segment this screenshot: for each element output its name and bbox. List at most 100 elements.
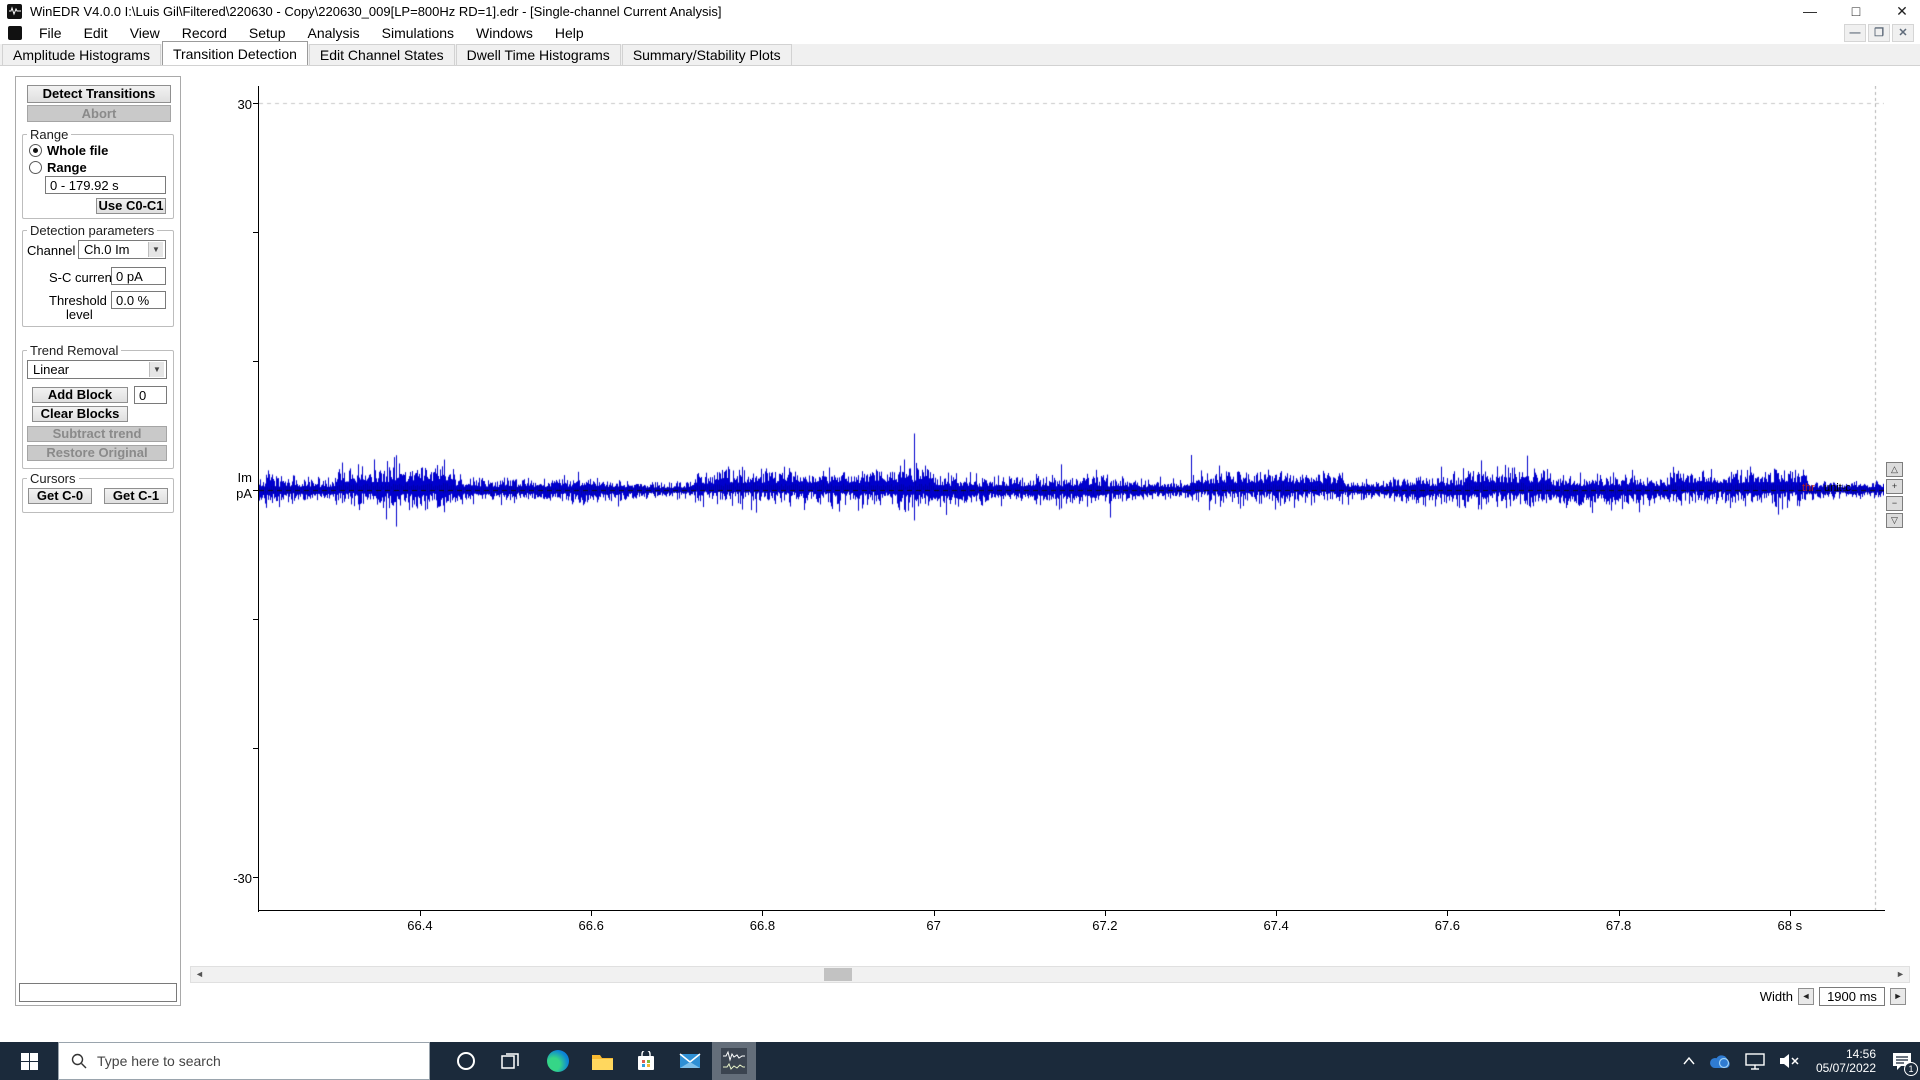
menu-record[interactable]: Record	[171, 23, 238, 43]
x-tick-66.6	[591, 911, 593, 916]
y-tick-10	[253, 361, 258, 362]
clock-time: 14:56	[1845, 1047, 1876, 1061]
mdi-restore-button[interactable]: ❐	[1868, 24, 1890, 42]
width-value-field[interactable]: 1900 ms	[1819, 987, 1885, 1006]
whole-file-radio[interactable]: Whole file	[29, 143, 108, 158]
tab-amplitude-histograms[interactable]: Amplitude Histograms	[2, 44, 161, 65]
clear-blocks-button[interactable]: Clear Blocks	[32, 406, 128, 422]
mail-button[interactable]	[668, 1042, 712, 1080]
channel-dropdown-value: Ch.0 Im	[84, 242, 130, 257]
window-title: WinEDR V4.0.0 I:\Luis Gil\Filtered\22063…	[30, 3, 722, 19]
get-c1-button[interactable]: Get C-1	[104, 488, 168, 504]
maximize-button[interactable]: □	[1846, 1, 1866, 21]
threshold-level-field[interactable]: 0.0 %	[111, 291, 166, 309]
x-tick-66.8	[762, 911, 764, 916]
x-tick-67	[933, 911, 935, 916]
menu-setup[interactable]: Setup	[238, 23, 297, 43]
close-button[interactable]: ✕	[1892, 1, 1912, 21]
title-bar: WinEDR V4.0.0 I:\Luis Gil\Filtered\22063…	[0, 0, 1920, 22]
menu-analysis[interactable]: Analysis	[297, 23, 371, 43]
zoom-in-icon[interactable]: +	[1886, 479, 1903, 494]
add-block-button[interactable]: Add Block	[32, 387, 128, 403]
x-tick-label-66.8: 66.8	[749, 918, 776, 933]
menu-help[interactable]: Help	[544, 23, 595, 43]
tray-expand-button[interactable]	[1676, 1042, 1702, 1080]
range-radio[interactable]: Range	[29, 160, 87, 175]
x-tick-68	[1789, 911, 1791, 916]
sc-current-field[interactable]: 0 pA	[111, 267, 166, 285]
x-tick-67.6	[1447, 911, 1449, 916]
menu-simulations[interactable]: Simulations	[371, 23, 465, 43]
onedrive-tray-button[interactable]	[1702, 1042, 1738, 1080]
edge-button[interactable]	[536, 1042, 580, 1080]
width-increase-icon[interactable]: ►	[1890, 988, 1906, 1005]
scroll-right-icon[interactable]: ►	[1892, 967, 1909, 982]
y-tick--30	[253, 877, 258, 878]
action-center-button[interactable]: 1	[1884, 1042, 1920, 1080]
x-tick-label-66.4: 66.4	[407, 918, 433, 933]
channel-label: Channel	[27, 243, 76, 258]
chevron-down-icon: ▼	[148, 242, 163, 257]
range-radio-label: Range	[47, 160, 87, 175]
menu-view[interactable]: View	[119, 23, 171, 43]
channel-dropdown[interactable]: Ch.0 Im ▼	[78, 240, 166, 259]
windows-logo-icon	[20, 1052, 38, 1070]
tab-summary-stability-plots[interactable]: Summary/Stability Plots	[621, 44, 792, 65]
range-value-field[interactable]: 0 - 179.92 s	[45, 176, 166, 194]
tab-edit-channel-states[interactable]: Edit Channel States	[308, 44, 455, 65]
menu-file[interactable]: File	[28, 23, 73, 43]
y-tick-20	[253, 232, 258, 233]
get-c0-button[interactable]: Get C-0	[28, 488, 92, 504]
menu-edit[interactable]: Edit	[73, 23, 119, 43]
microsoft-store-button[interactable]	[624, 1042, 668, 1080]
onedrive-cloud-icon	[1710, 1054, 1730, 1068]
x-tick-label-67.2: 67.2	[1092, 918, 1118, 933]
block-count-field[interactable]: 0	[134, 386, 167, 404]
start-button[interactable]	[0, 1042, 58, 1080]
trend-mode-dropdown[interactable]: Linear ▼	[27, 360, 167, 379]
network-tray-button[interactable]	[1738, 1042, 1772, 1080]
use-c0-c1-button[interactable]: Use C0-C1	[96, 198, 166, 214]
y-max-label: 30	[237, 97, 252, 112]
restore-original-button: Restore Original	[27, 445, 167, 461]
taskbar-clock[interactable]: 14:56 05/07/2022	[1808, 1047, 1884, 1075]
current-trace-plot[interactable]	[259, 86, 1884, 910]
control-panel: Detect Transitions Abort Range Whole fil…	[15, 76, 181, 1006]
clock-date: 05/07/2022	[1815, 1061, 1876, 1075]
mdi-minimize-button[interactable]: —	[1844, 24, 1866, 42]
minimize-button[interactable]: —	[1800, 1, 1820, 21]
winedr-taskbar-button[interactable]	[712, 1042, 756, 1080]
tab-transition-detection[interactable]: Transition Detection	[161, 41, 308, 65]
taskbar-search-input[interactable]: Type here to search	[58, 1042, 430, 1080]
x-tick-label-67.4: 67.4	[1263, 918, 1289, 933]
scroll-left-icon[interactable]: ◄	[191, 967, 208, 982]
y-min-label: -30	[233, 871, 252, 886]
winedr-icon	[721, 1048, 747, 1074]
volume-tray-button[interactable]	[1772, 1042, 1808, 1080]
winedr-app-icon	[7, 3, 22, 19]
abort-button: Abort	[27, 105, 171, 122]
x-tick-label-67: 67	[926, 918, 941, 933]
x-tick-67.2	[1104, 911, 1106, 916]
radio-checked-icon	[29, 144, 42, 157]
width-decrease-icon[interactable]: ◄	[1798, 988, 1814, 1005]
shift-down-icon[interactable]: ▽	[1886, 513, 1903, 528]
x-axis	[258, 910, 1885, 911]
cortana-button[interactable]	[444, 1042, 488, 1080]
shift-up-icon[interactable]: △	[1886, 462, 1903, 477]
x-tick-label-68: 68 s	[1777, 918, 1803, 933]
zoom-out-icon[interactable]: −	[1886, 496, 1903, 511]
threshold-label-line2: level	[66, 307, 93, 322]
x-tick-66.4	[419, 911, 421, 916]
x-tick-67.8	[1618, 911, 1620, 916]
mdi-close-button[interactable]: ✕	[1892, 24, 1914, 42]
file-explorer-button[interactable]	[580, 1042, 624, 1080]
task-view-button[interactable]	[488, 1042, 532, 1080]
scrollbar-thumb[interactable]	[824, 968, 852, 981]
unit-current-cursor-label[interactable]: unit-c	[1824, 482, 1851, 494]
detect-transitions-button[interactable]: Detect Transitions	[27, 85, 171, 103]
menu-windows[interactable]: Windows	[465, 23, 544, 43]
horizontal-scrollbar[interactable]: ◄ ►	[190, 966, 1910, 983]
threshold-cursor-label[interactable]: thr	[1802, 482, 1815, 494]
tab-dwell-time-histograms[interactable]: Dwell Time Histograms	[455, 44, 621, 65]
